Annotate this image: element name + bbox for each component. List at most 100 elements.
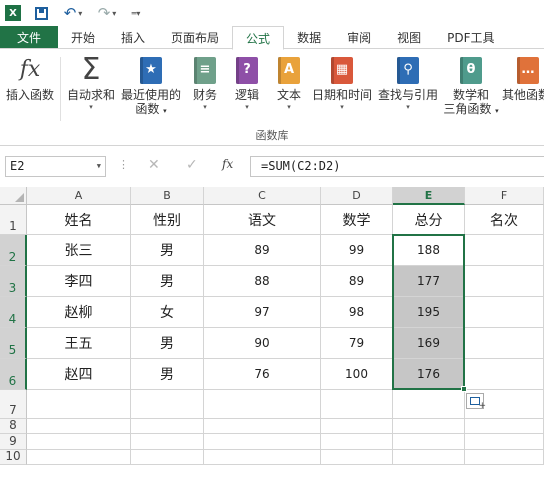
cell-b10[interactable] — [131, 450, 204, 465]
resize-handle-icon[interactable]: ⋮ — [118, 158, 129, 171]
cancel-icon[interactable]: ✕ — [148, 157, 160, 173]
select-all-button[interactable] — [0, 187, 27, 205]
cell-b8[interactable] — [131, 419, 204, 434]
cell-f3[interactable] — [465, 266, 544, 297]
redo-icon[interactable]: ↷ ▾ — [96, 2, 118, 24]
row-header-6[interactable]: 6 — [0, 359, 27, 390]
cell-d1[interactable]: 数学 — [321, 205, 393, 235]
cell-c6[interactable]: 76 — [204, 359, 321, 390]
cell-c4[interactable]: 97 — [204, 297, 321, 328]
cell-d9[interactable] — [321, 434, 393, 450]
cell-b7[interactable] — [131, 390, 204, 419]
financial-button[interactable]: ≡ 财务 ▾ — [186, 53, 224, 112]
customize-quick-access-icon[interactable]: ═▾ — [124, 2, 146, 24]
cell-e4[interactable]: 195 — [393, 297, 465, 328]
row-header-7[interactable]: 7 — [0, 390, 27, 419]
cell-a2[interactable]: 张三 — [27, 235, 131, 266]
cell-a8[interactable] — [27, 419, 131, 434]
date-time-button[interactable]: ▦ 日期和时间 ▾ — [310, 53, 374, 112]
cell-a7[interactable] — [27, 390, 131, 419]
tab-insert[interactable]: 插入 — [108, 26, 158, 49]
math-trig-button[interactable]: θ 数学和 三角函数 ▾ — [440, 53, 502, 118]
cell-d10[interactable] — [321, 450, 393, 465]
column-header-f[interactable]: F — [465, 187, 544, 205]
cell-c5[interactable]: 90 — [204, 328, 321, 359]
quick-analysis-icon[interactable] — [466, 393, 486, 411]
cell-d5[interactable]: 79 — [321, 328, 393, 359]
row-header-5[interactable]: 5 — [0, 328, 27, 359]
cell-d3[interactable]: 89 — [321, 266, 393, 297]
tab-pdf-tools[interactable]: PDF工具 — [434, 26, 507, 49]
undo-icon[interactable]: ↶ ▾ — [62, 2, 84, 24]
cell-d2[interactable]: 99 — [321, 235, 393, 266]
fill-handle[interactable] — [461, 386, 467, 392]
tab-file[interactable]: 文件 — [0, 26, 58, 49]
cell-a10[interactable] — [27, 450, 131, 465]
column-header-c[interactable]: C — [204, 187, 321, 205]
cell-a4[interactable]: 赵柳 — [27, 297, 131, 328]
row-header-9[interactable]: 9 — [0, 434, 27, 450]
tab-formulas[interactable]: 公式 — [232, 26, 285, 50]
cell-f6[interactable] — [465, 359, 544, 390]
lookup-reference-button[interactable]: ⚲ 查找与引用 ▾ — [376, 53, 440, 112]
cell-b3[interactable]: 男 — [131, 266, 204, 297]
cell-f1[interactable]: 名次 — [465, 205, 544, 235]
row-header-1[interactable]: 1 — [0, 205, 27, 235]
cell-b6[interactable]: 男 — [131, 359, 204, 390]
logical-button[interactable]: ? 逻辑 ▾ — [228, 53, 266, 112]
cell-b9[interactable] — [131, 434, 204, 450]
cell-f8[interactable] — [465, 419, 544, 434]
cell-e10[interactable] — [393, 450, 465, 465]
cell-a1[interactable]: 姓名 — [27, 205, 131, 235]
cell-b5[interactable]: 男 — [131, 328, 204, 359]
cell-e8[interactable] — [393, 419, 465, 434]
row-header-10[interactable]: 10 — [0, 449, 27, 465]
row-header-8[interactable]: 8 — [0, 418, 27, 434]
tab-home[interactable]: 开始 — [58, 26, 108, 49]
tab-review[interactable]: 审阅 — [334, 26, 384, 49]
name-box[interactable]: E2 ▼ — [5, 156, 106, 177]
cell-d8[interactable] — [321, 419, 393, 434]
cell-d7[interactable] — [321, 390, 393, 419]
cell-e5[interactable]: 169 — [393, 328, 465, 359]
column-header-a[interactable]: A — [27, 187, 131, 205]
cell-d4[interactable]: 98 — [321, 297, 393, 328]
cell-a9[interactable] — [27, 434, 131, 450]
cell-c10[interactable] — [204, 450, 321, 465]
text-button[interactable]: A 文本 ▾ — [270, 53, 308, 112]
cell-c7[interactable] — [204, 390, 321, 419]
cell-e3[interactable]: 177 — [393, 266, 465, 297]
row-header-4[interactable]: 4 — [0, 297, 27, 328]
cell-e6[interactable]: 176 — [393, 359, 465, 390]
recently-used-button[interactable]: ★ 最近使用的 函数 ▾ — [118, 53, 184, 118]
cell-a5[interactable]: 王五 — [27, 328, 131, 359]
cell-f5[interactable] — [465, 328, 544, 359]
chevron-down-icon[interactable]: ▼ — [97, 162, 101, 170]
tab-view[interactable]: 视图 — [384, 26, 434, 49]
save-icon[interactable] — [30, 2, 52, 24]
autosum-button[interactable]: Σ 自动求和 ▾ — [64, 53, 118, 112]
cell-e7[interactable] — [393, 390, 465, 419]
cell-f2[interactable] — [465, 235, 544, 266]
cell-f9[interactable] — [465, 434, 544, 450]
more-functions-button[interactable]: … 其他函数 — [502, 53, 544, 102]
cell-a3[interactable]: 李四 — [27, 266, 131, 297]
column-header-b[interactable]: B — [131, 187, 204, 205]
row-header-3[interactable]: 3 — [0, 266, 27, 297]
tab-page-layout[interactable]: 页面布局 — [158, 26, 232, 49]
formula-input[interactable]: =SUM(C2:D2) — [250, 156, 544, 177]
cell-e1[interactable]: 总分 — [393, 205, 465, 235]
insert-function-button[interactable]: fx 插入函数 — [2, 53, 58, 103]
row-header-2[interactable]: 2 — [0, 235, 27, 266]
cell-b1[interactable]: 性别 — [131, 205, 204, 235]
insert-function-icon[interactable]: fx — [222, 157, 233, 171]
enter-icon[interactable]: ✓ — [186, 157, 198, 173]
cell-e9[interactable] — [393, 434, 465, 450]
cell-c1[interactable]: 语文 — [204, 205, 321, 235]
cell-c3[interactable]: 88 — [204, 266, 321, 297]
cell-f4[interactable] — [465, 297, 544, 328]
cell-c2[interactable]: 89 — [204, 235, 321, 266]
cell-f10[interactable] — [465, 450, 544, 465]
cell-e2[interactable]: 188 — [393, 235, 465, 266]
cell-a6[interactable]: 赵四 — [27, 359, 131, 390]
